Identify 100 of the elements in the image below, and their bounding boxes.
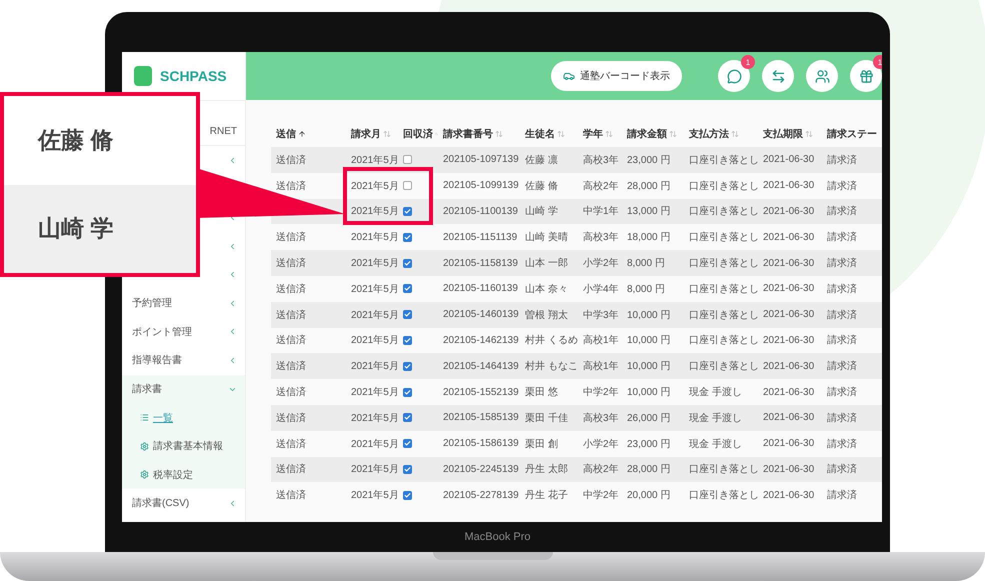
chevron-icon — [228, 327, 237, 336]
table-cell: 2021年5月 — [346, 404, 398, 431]
table-cell: 請求済 — [822, 456, 882, 482]
table-cell: 送信済 — [271, 147, 346, 173]
table-cell: 請求済 — [822, 404, 882, 431]
table-cell: 2021年5月 — [346, 456, 398, 482]
chevron-icon — [228, 242, 237, 251]
sidebar-item[interactable]: 指導報告書 — [122, 346, 245, 375]
chevron-icon — [228, 356, 237, 365]
table-cell: 202105-1585139 — [438, 404, 520, 431]
checkbox[interactable] — [403, 232, 412, 242]
table-cell: 2021-06-30 — [758, 250, 822, 276]
table-cell: 2021-06-30 — [758, 198, 822, 224]
laptop-model-label: MacBook Pro — [464, 531, 531, 543]
table-cell: 2021-06-30 — [758, 404, 822, 431]
table-cell: 202105-2245139 — [438, 456, 520, 482]
table-cell: 請求済 — [822, 147, 882, 173]
table-cell: 2021-06-30 — [758, 147, 822, 173]
table-cell: 山崎 学 — [520, 198, 578, 224]
table-cell: 202105-1158139 — [438, 250, 520, 276]
table-cell: 2021年5月 — [346, 328, 398, 354]
table-cell: 高校3年 — [578, 147, 622, 173]
notification-badge: 1 — [873, 55, 882, 69]
gift-button[interactable] — [850, 60, 882, 92]
checkbox[interactable] — [403, 310, 412, 320]
table-cell: 中学1年 — [578, 198, 622, 224]
table-cell: 請求済 — [822, 328, 882, 354]
checkbox[interactable] — [403, 336, 412, 345]
sidebar-item[interactable]: 請求書(CSV) — [122, 489, 245, 518]
table-cell: 中学3年 — [578, 302, 622, 328]
table-cell: 請求済 — [822, 302, 882, 328]
table-cell: 送信済 — [271, 302, 346, 328]
table-cell: 高校3年 — [578, 404, 622, 431]
chevron-icon — [228, 270, 237, 280]
table-cell: 送信済 — [271, 353, 346, 380]
table-cell: 2021-06-30 — [758, 328, 822, 354]
barcode-button[interactable]: 通塾バーコード表示 — [551, 61, 682, 91]
table-cell: 2021年5月 — [346, 250, 398, 276]
table-cell: 小学2年 — [578, 250, 622, 276]
sidebar-item[interactable]: 予約管理 — [122, 288, 245, 318]
table-cell: 口座引き落とし — [684, 198, 758, 224]
table-cell: 202105-1460139 — [438, 302, 520, 328]
table-cell: 10,000 円 — [622, 328, 684, 354]
table-cell: 2021-06-30 — [758, 456, 822, 482]
table-cell: 口座引き落とし — [684, 250, 758, 276]
checkbox[interactable] — [403, 490, 412, 500]
car-icon — [563, 70, 575, 82]
table-cell: 請求済 — [822, 250, 882, 276]
table-cell: 高校2年 — [578, 456, 622, 482]
table-cell: 10,000 円 — [622, 302, 684, 328]
table-cell: 請求済 — [822, 353, 882, 380]
table-cell: 口座引き落とし — [684, 456, 758, 482]
checkbox[interactable] — [403, 258, 412, 268]
table-cell: 送信済 — [271, 250, 346, 276]
table-cell: 8,000 円 — [622, 250, 684, 276]
table-cell: 口座引き落とし — [684, 147, 758, 173]
table-cell: 28,000 円 — [622, 456, 684, 482]
table-cell: 送信済 — [271, 456, 346, 482]
app-logo: SCHPASS — [160, 68, 227, 84]
table-cell: 送信済 — [271, 328, 346, 354]
table-cell: 曽根 翔太 — [520, 302, 578, 328]
people-button[interactable] — [806, 60, 838, 92]
checkbox[interactable] — [403, 413, 412, 422]
table-cell: 請求済 — [822, 198, 882, 224]
gift-icon — [858, 68, 874, 84]
table-cell: 202105-1464139 — [438, 353, 520, 380]
notification-badge: 1 — [741, 55, 755, 69]
settings-icon — [140, 470, 149, 480]
checkbox[interactable] — [403, 284, 412, 294]
settings-icon — [140, 442, 149, 451]
checkbox[interactable] — [403, 439, 412, 448]
table-cell: 202105-1100139 — [438, 198, 520, 224]
table-cell: 2021-06-30 — [758, 353, 822, 380]
checkbox[interactable] — [403, 206, 412, 216]
chevron-icon — [228, 156, 237, 165]
table-cell: 村井 くるめ — [520, 328, 578, 354]
table-cell: 栗田 千佳 — [520, 404, 578, 431]
sidebar-item[interactable]: ポイント管理 — [122, 318, 245, 346]
table-cell: 送信済 — [271, 404, 346, 431]
checkbox[interactable] — [403, 464, 412, 474]
sidebar-caption: RNET — [210, 126, 237, 137]
checkbox[interactable] — [403, 388, 412, 397]
submenu-link[interactable]: 税率設定 — [153, 468, 193, 482]
table-cell: 2021年5月 — [346, 302, 398, 328]
table-cell: 26,000 円 — [622, 404, 684, 431]
sidebar-item[interactable]: 請求書 — [122, 374, 245, 404]
table-cell: 202105-1097139 — [438, 147, 520, 173]
table-cell: 現金 手渡し — [684, 404, 758, 431]
checkbox[interactable] — [403, 362, 412, 371]
table-cell: 口座引き落とし — [684, 353, 758, 380]
table-cell: 口座引き落とし — [684, 302, 758, 328]
table-cell: 13,000 円 — [622, 198, 684, 224]
chat-button[interactable] — [718, 60, 750, 92]
table-cell: 村井 もなこ — [520, 353, 578, 380]
swap-arrows-button[interactable] — [762, 60, 794, 92]
checkbox[interactable] — [403, 181, 412, 190]
table-cell: 10,000 円 — [622, 353, 684, 380]
checkbox[interactable] — [403, 155, 412, 164]
logo-icon — [134, 66, 152, 86]
table-cell: 202105-1462139 — [438, 328, 520, 354]
